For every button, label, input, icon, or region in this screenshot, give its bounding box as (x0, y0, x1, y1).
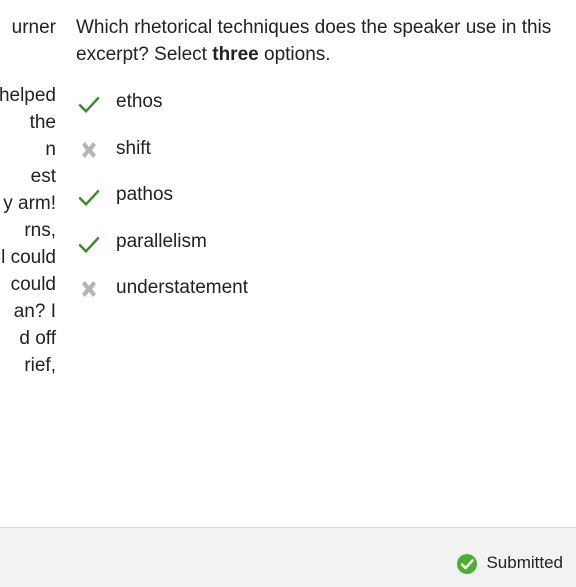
x-icon (76, 276, 102, 302)
option-label: understatement (116, 277, 249, 298)
assignment-page: urner helped the n est y arm! rns, l cou… (0, 0, 576, 587)
passage-line: rief, (24, 355, 56, 376)
option-pathos[interactable]: pathos (76, 179, 572, 226)
option-label: parallelism (116, 230, 207, 252)
passage-line: est (30, 166, 56, 187)
passage-line: the (29, 112, 56, 133)
answer-options: ethos shift pathos parallelism understat… (76, 86, 572, 319)
question-prompt: Which rhetorical techniques does the spe… (76, 14, 572, 68)
passage-line: an? I (13, 301, 56, 322)
passage-line: helped (0, 85, 56, 106)
passage-line: n (45, 139, 56, 160)
footer-bar: Submitted (0, 527, 576, 587)
question-emphasis: three (212, 44, 259, 65)
status-text: Submitted (486, 552, 563, 572)
check-icon (76, 230, 102, 256)
option-shift[interactable]: shift (76, 133, 572, 180)
question-suffix: options. (258, 44, 331, 65)
check-icon (76, 90, 102, 116)
passage-panel: urner helped the n est y arm! rns, l cou… (0, 0, 60, 527)
check-circle-icon (456, 553, 478, 575)
option-label: shift (116, 137, 151, 159)
passage-line: urner (11, 17, 56, 38)
option-parallelism[interactable]: parallelism (76, 226, 572, 273)
passage-line: could (10, 274, 56, 295)
check-icon (76, 183, 102, 209)
submission-status: Submitted (456, 550, 563, 575)
passage-line: y arm! (3, 193, 56, 214)
passage-line: d off (19, 328, 56, 349)
option-ethos[interactable]: ethos (76, 86, 572, 133)
passage-line: l could (1, 247, 56, 268)
x-icon (76, 137, 102, 163)
passage-line: rns, (24, 220, 56, 241)
option-understatement[interactable]: understatement (76, 272, 572, 319)
option-label: ethos (116, 91, 163, 112)
option-label: pathos (116, 184, 174, 205)
